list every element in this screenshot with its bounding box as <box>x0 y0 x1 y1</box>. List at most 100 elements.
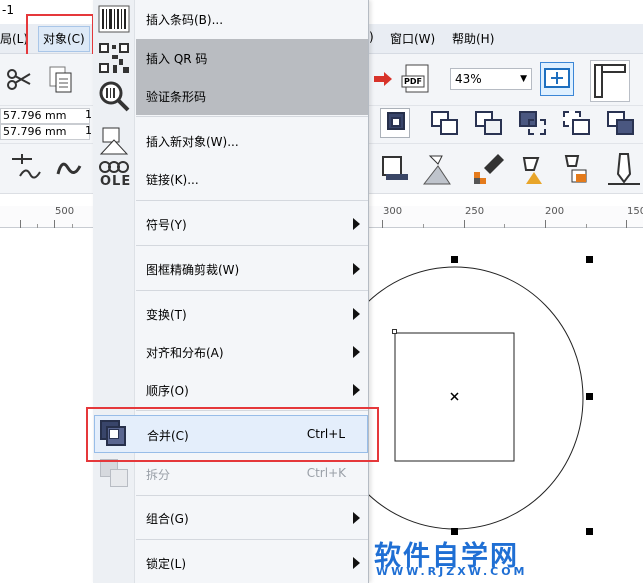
menu-item-break-apart[interactable]: 拆分 Ctrl+K <box>136 455 368 493</box>
magnify-barcode-icon <box>97 79 131 113</box>
submenu-arrow-icon <box>353 263 360 275</box>
pen-outline-icon[interactable] <box>606 150 642 188</box>
menu-help[interactable]: 帮助(H) <box>452 30 494 47</box>
menu-separator <box>136 245 368 246</box>
menu-separator <box>136 116 368 117</box>
menu-item-link[interactable]: 链接(K)... <box>136 160 368 198</box>
menu-item-verify-barcode[interactable]: 验证条形码 <box>136 77 368 115</box>
menu-item-insert-new-object[interactable]: 插入新对象(W)... <box>136 122 368 160</box>
ruler-tick <box>464 220 465 228</box>
ole-label: OLE <box>100 174 132 189</box>
menu-item-transform[interactable]: 变换(T) <box>136 295 368 333</box>
menu-separator <box>136 200 368 201</box>
submenu-arrow-icon <box>353 512 360 524</box>
menu-item-insert-qr[interactable]: 插入 QR 码 <box>136 39 368 77</box>
menu-item-align-distribute[interactable]: 对齐和分布(A) <box>136 333 368 371</box>
menu-item-label: 验证条形码 <box>146 90 207 104</box>
menu-layout[interactable]: 局(L) <box>0 30 28 47</box>
menu-separator <box>136 290 368 291</box>
submenu-arrow-icon <box>353 218 360 230</box>
menu-item-combine[interactable]: 合并(C) Ctrl+L <box>94 415 368 453</box>
menu-item-group[interactable]: 组合(G) <box>136 499 368 537</box>
size-x-field[interactable]: 1 <box>85 108 92 121</box>
ruler-tick <box>545 220 546 228</box>
ruler-label: 150 <box>627 206 643 217</box>
menu-item-label: 合并(C) <box>147 429 189 443</box>
paint-bucket-icon[interactable] <box>514 150 552 188</box>
selection-handle[interactable] <box>451 256 458 263</box>
import-icon[interactable] <box>372 64 394 94</box>
pdf-label: PDF <box>404 77 422 86</box>
simplify-icon[interactable] <box>560 108 594 138</box>
rulers-icon[interactable] <box>590 60 630 102</box>
menu-fragment[interactable]: ) <box>369 30 374 44</box>
ruler-label: 200 <box>545 206 565 217</box>
menu-separator <box>136 410 368 411</box>
full-screen-preview-icon[interactable] <box>540 62 574 96</box>
ole-icon: OLE <box>97 160 131 194</box>
ruler-tick <box>20 220 21 228</box>
menu-item-label: 锁定(L) <box>146 557 187 571</box>
selection-handle[interactable] <box>586 528 593 535</box>
size-y-field[interactable]: 1 <box>85 124 92 137</box>
ruler-tick <box>382 220 383 228</box>
menu-separator <box>136 539 368 540</box>
menu-item-label: 链接(K)... <box>146 173 199 187</box>
menu-item-powerclip[interactable]: 图框精确剪裁(W) <box>136 250 368 288</box>
menu-item-label: 顺序(O) <box>146 384 189 398</box>
drop-shadow-icon[interactable] <box>378 152 412 186</box>
cut-icon[interactable] <box>4 64 34 94</box>
zoom-level-select[interactable]: 43% ▼ <box>450 68 532 90</box>
combine-tool-icon[interactable] <box>380 108 410 138</box>
ruler-label: 300 <box>383 206 403 217</box>
submenu-arrow-icon <box>353 557 360 569</box>
menu-item-shortcut: Ctrl+K <box>306 466 346 480</box>
weld-icon[interactable] <box>428 108 462 138</box>
freehand-curve-icon[interactable] <box>54 152 86 184</box>
selection-handle[interactable] <box>586 393 593 400</box>
front-minus-back-icon[interactable] <box>604 108 638 138</box>
watermark-url: WWW.RJZXW.COM <box>376 565 528 578</box>
submenu-arrow-icon <box>353 308 360 320</box>
menu-object[interactable]: 对象(C) <box>38 26 90 52</box>
menu-separator <box>136 495 368 496</box>
menu-item-label: 组合(G) <box>146 512 189 526</box>
intersect-icon[interactable] <box>516 108 550 138</box>
menu-window[interactable]: 窗口(W) <box>390 30 435 47</box>
menu-item-label: 插入 QR 码 <box>146 52 208 66</box>
smart-drawing-icon[interactable] <box>6 152 42 184</box>
chevron-down-icon: ▼ <box>520 74 527 84</box>
menu-item-label: 拆分 <box>146 468 171 482</box>
window-title: -1 <box>2 3 14 17</box>
ruler-label: 250 <box>465 206 485 217</box>
combine-icon <box>100 420 128 448</box>
menu-item-label: 插入新对象(W)... <box>146 135 239 149</box>
node-handle[interactable] <box>392 329 397 334</box>
transparency-icon[interactable] <box>420 150 458 188</box>
attributes-eyedropper-icon[interactable] <box>558 150 596 188</box>
ruler-tick <box>54 220 55 228</box>
ruler-tick <box>626 220 627 228</box>
zoom-value: 43% <box>455 72 482 86</box>
menu-item-insert-barcode[interactable]: 插入条码(B)... <box>136 0 368 38</box>
export-pdf-icon[interactable]: PDF <box>400 62 434 96</box>
menu-item-symbol[interactable]: 符号(Y) <box>136 205 368 243</box>
menu-item-label: 变换(T) <box>146 308 187 322</box>
menu-item-label: 插入条码(B)... <box>146 13 224 27</box>
break-apart-icon <box>100 459 130 489</box>
barcode-icon <box>97 4 131 38</box>
trim-icon[interactable] <box>472 108 506 138</box>
submenu-arrow-icon <box>353 346 360 358</box>
insert-object-icon <box>97 124 131 158</box>
menu-item-label: 图框精确剪裁(W) <box>146 263 240 277</box>
menu-item-lock[interactable]: 锁定(L) <box>136 544 368 582</box>
position-x-field[interactable]: 57.796 mm <box>0 108 90 124</box>
selection-handle[interactable] <box>586 256 593 263</box>
position-y-field[interactable]: 57.796 mm <box>0 124 90 140</box>
copy-icon[interactable] <box>46 64 76 94</box>
qr-code-icon <box>97 41 131 75</box>
menu-item-shortcut: Ctrl+L <box>306 427 345 441</box>
eyedropper-icon[interactable] <box>470 150 508 188</box>
menu-item-label: 符号(Y) <box>146 218 187 232</box>
menu-item-order[interactable]: 顺序(O) <box>136 371 368 409</box>
